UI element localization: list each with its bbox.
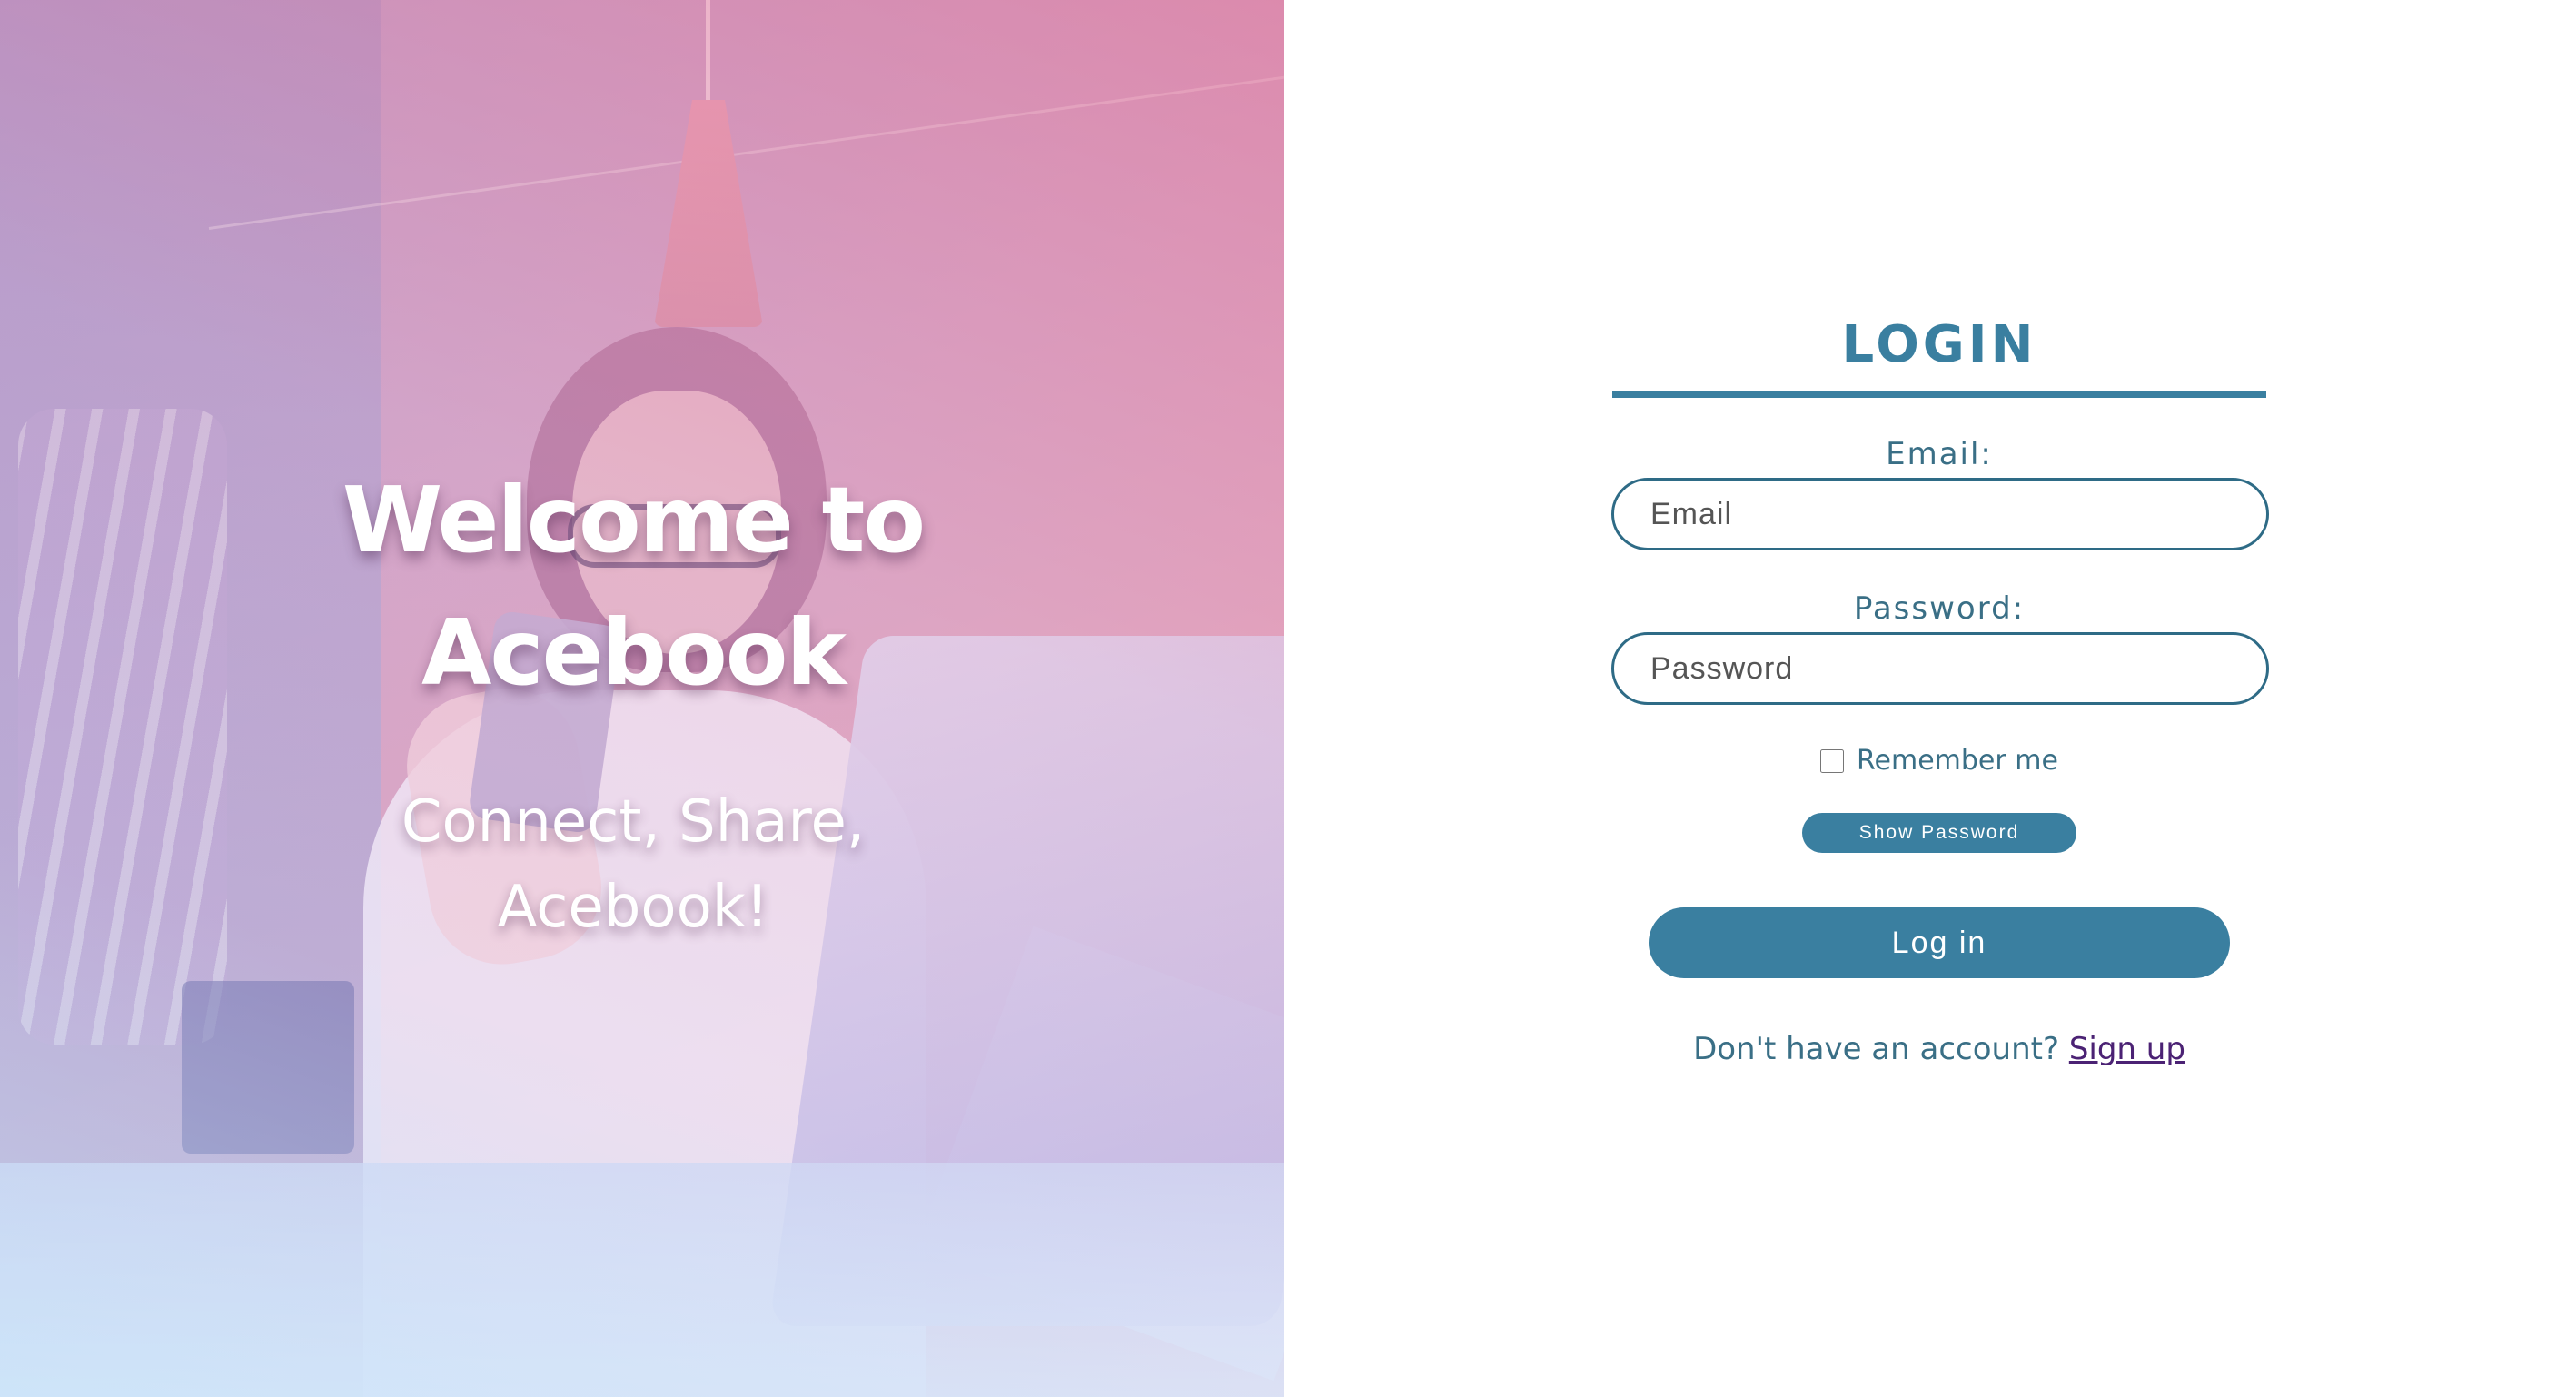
hero-subtitle-line-1: Connect, Share, (401, 788, 866, 856)
hero-panel: Welcome to Acebook Connect, Share, Acebo… (0, 0, 1284, 1397)
hero-title-line-1: Welcome to (342, 467, 926, 573)
hero-subtitle: Connect, Share, Acebook! (0, 779, 1266, 950)
login-title: LOGIN (1841, 315, 2037, 374)
login-button-row: Log in (1611, 907, 2267, 978)
login-title-underline (1612, 391, 2266, 398)
signup-row: Don't have an account? Sign up (1611, 1031, 2267, 1067)
remember-me-label: Remember me (1857, 745, 2058, 777)
show-password-button[interactable]: Show Password (1802, 813, 2076, 853)
password-label: Password: (1853, 590, 2026, 627)
hero-title: Welcome to Acebook (0, 454, 1266, 719)
login-button[interactable]: Log in (1649, 907, 2230, 978)
email-label: Email: (1886, 436, 1993, 472)
hero-text: Welcome to Acebook Connect, Share, Acebo… (0, 454, 1266, 950)
remember-me-row: Remember me (1611, 745, 2267, 777)
remember-me-checkbox[interactable] (1820, 748, 1845, 773)
hero-title-line-2: Acebook (421, 599, 847, 706)
password-input[interactable] (1611, 632, 2269, 705)
form-panel: LOGIN Email: Password: Remember me Show … (1284, 0, 2576, 1397)
show-password-row: Show Password (1611, 813, 2267, 853)
login-page: Welcome to Acebook Connect, Share, Acebo… (0, 0, 2576, 1397)
login-form: LOGIN Email: Password: Remember me Show … (1611, 300, 2269, 1067)
field-spacer (1611, 550, 2267, 590)
signup-link[interactable]: Sign up (2069, 1031, 2185, 1067)
hero-subtitle-line-2: Acebook! (497, 874, 769, 941)
signup-prompt: Don't have an account? (1693, 1031, 2059, 1067)
email-input[interactable] (1611, 478, 2269, 550)
